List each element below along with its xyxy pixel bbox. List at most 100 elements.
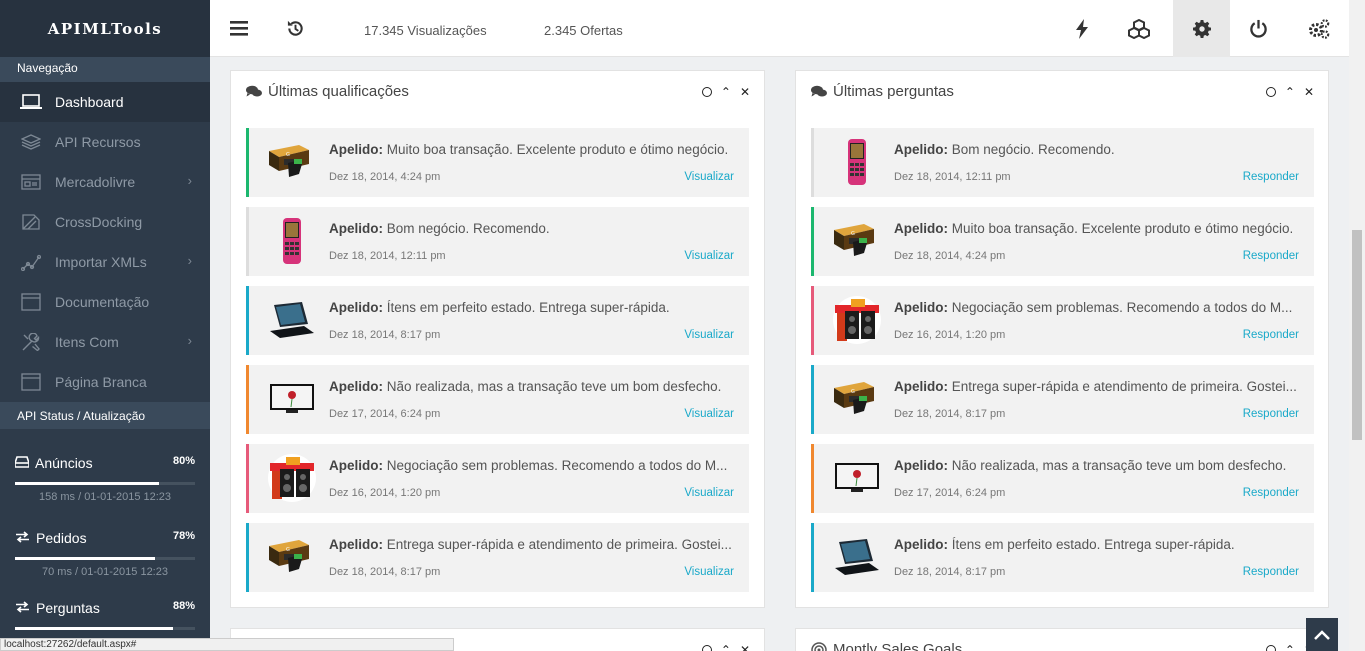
nickname-label: Apelido: bbox=[329, 300, 383, 315]
product-thumbnail: G bbox=[831, 216, 883, 266]
crossdocking-icon bbox=[19, 213, 43, 231]
reply-link[interactable]: Responder bbox=[1243, 566, 1299, 578]
product-thumbnail bbox=[831, 295, 883, 345]
sidebar-item-label: Página Branca bbox=[55, 374, 147, 390]
refresh-icon[interactable] bbox=[701, 645, 712, 651]
cubes-button[interactable] bbox=[1110, 0, 1167, 57]
list-item: Apelido: Negociação sem problemas. Recom… bbox=[246, 444, 749, 513]
comment-text: Apelido: Ítens em perfeito estado. Entre… bbox=[894, 537, 1304, 552]
sidebar-item-mercadolivre[interactable]: Mercadolivre › bbox=[0, 162, 210, 202]
comment-text: Apelido: Entrega super-rápida e atendime… bbox=[894, 379, 1304, 394]
product-thumbnail bbox=[831, 137, 883, 187]
collapse-icon[interactable]: ⌃ bbox=[721, 85, 731, 99]
chevron-right-icon: › bbox=[187, 333, 192, 348]
sidebar-item-dashboard[interactable]: Dashboard bbox=[0, 82, 210, 122]
api-status-meta: 158 ms / 01-01-2015 12:23 bbox=[38, 491, 172, 503]
sidebar-item-itens-com[interactable]: Itens Com › bbox=[0, 322, 210, 362]
comment-text: Apelido: Bom negócio. Recomendo. bbox=[894, 142, 1304, 157]
view-link[interactable]: Visualizar bbox=[684, 171, 734, 183]
comment-date: Dez 18, 2014, 8:17 pm bbox=[329, 566, 441, 578]
panel-controls: ⌃ ✕ bbox=[701, 85, 750, 99]
tools-icon bbox=[19, 333, 43, 351]
api-status-label: Anúncios bbox=[35, 455, 93, 471]
api-status-meta: 70 ms / 01-01-2015 12:23 bbox=[42, 566, 168, 578]
page-scrollbar[interactable] bbox=[1349, 0, 1365, 651]
reply-link[interactable]: Responder bbox=[1243, 487, 1299, 499]
advanced-settings-button[interactable] bbox=[1290, 0, 1347, 57]
comment-text: Apelido: Ítens em perfeito estado. Entre… bbox=[329, 300, 739, 315]
view-link[interactable]: Visualizar bbox=[684, 329, 734, 341]
back-to-top-button[interactable] bbox=[1306, 618, 1338, 651]
close-icon[interactable]: ✕ bbox=[740, 643, 750, 651]
reply-link[interactable]: Responder bbox=[1243, 250, 1299, 262]
brand-logo[interactable]: APIMLTools bbox=[0, 0, 210, 57]
exchange-icon bbox=[15, 530, 30, 546]
comment-text: Apelido: Não realizada, mas a transação … bbox=[894, 458, 1304, 473]
progress-fill bbox=[15, 627, 174, 630]
comment-date: Dez 18, 2014, 8:17 pm bbox=[894, 566, 1006, 578]
product-thumbnail bbox=[831, 532, 883, 582]
comment-date: Dez 18, 2014, 8:17 pm bbox=[894, 408, 1006, 420]
questions-panel-header: Últimas perguntas bbox=[811, 83, 954, 100]
sidebar-item-api-recursos[interactable]: API Recursos bbox=[0, 122, 210, 162]
refresh-icon[interactable] bbox=[701, 87, 712, 97]
nickname-label: Apelido: bbox=[894, 221, 948, 236]
view-link[interactable]: Visualizar bbox=[684, 566, 734, 578]
document-icon bbox=[19, 293, 43, 311]
nickname-label: Apelido: bbox=[894, 142, 948, 157]
sidebar-item-label: Importar XMLs bbox=[55, 254, 147, 270]
history-button[interactable] bbox=[267, 0, 324, 57]
sidebar: APIMLTools Navegação Dashboard API Recurs… bbox=[0, 0, 210, 651]
api-status-label: Perguntas bbox=[36, 600, 100, 616]
reply-link[interactable]: Responder bbox=[1243, 408, 1299, 420]
svg-text:G: G bbox=[286, 547, 290, 553]
comment-body: Ítens em perfeito estado. Entrega super-… bbox=[948, 537, 1235, 552]
refresh-icon[interactable] bbox=[1265, 87, 1276, 97]
product-thumbnail bbox=[266, 453, 318, 503]
reply-link[interactable]: Responder bbox=[1243, 171, 1299, 183]
refresh-icon[interactable] bbox=[1265, 645, 1276, 651]
panel-controls: ⌃ ✕ bbox=[1265, 85, 1314, 99]
comment-date: Dez 16, 2014, 1:20 pm bbox=[894, 329, 1006, 341]
laptop-icon bbox=[19, 93, 43, 111]
reply-link[interactable]: Responder bbox=[1243, 329, 1299, 341]
collapse-icon[interactable]: ⌃ bbox=[721, 643, 731, 651]
list-item: Apelido: Ítens em perfeito estado. Entre… bbox=[811, 523, 1314, 592]
api-status-header: Pedidos 78% bbox=[15, 530, 195, 546]
scrollbar-thumb[interactable] bbox=[1352, 230, 1362, 440]
nickname-label: Apelido: bbox=[894, 458, 948, 473]
list-item: G Apelido: Entrega super-rápida e atendim… bbox=[246, 523, 749, 592]
close-icon[interactable]: ✕ bbox=[740, 85, 750, 99]
chevron-right-icon: › bbox=[187, 173, 192, 188]
api-status-label: Pedidos bbox=[36, 530, 87, 546]
nav-list: Dashboard API Recursos Mercadolivre › CrossD… bbox=[0, 82, 210, 402]
view-link[interactable]: Visualizar bbox=[684, 487, 734, 499]
list-item: G Apelido: Muito boa transação. Excelente… bbox=[811, 207, 1314, 276]
collapse-icon[interactable]: ⌃ bbox=[1285, 643, 1295, 651]
blank-page-icon bbox=[19, 373, 43, 391]
comment-date: Dez 17, 2014, 6:24 pm bbox=[329, 408, 441, 420]
sidebar-item-label: Dashboard bbox=[55, 94, 124, 110]
power-icon bbox=[1250, 19, 1267, 38]
views-count: 17.345 Visualizações bbox=[364, 23, 487, 38]
comments-icon bbox=[246, 85, 262, 97]
view-link[interactable]: Visualizar bbox=[684, 408, 734, 420]
sidebar-item-documenta-o[interactable]: Documentação bbox=[0, 282, 210, 322]
view-link[interactable]: Visualizar bbox=[684, 250, 734, 262]
sidebar-item-crossdocking[interactable]: CrossDocking bbox=[0, 202, 210, 242]
questions-panel: Últimas perguntas ⌃ ✕ Apelido: Bom negóc… bbox=[795, 70, 1329, 608]
api-status-percent: 78% bbox=[172, 530, 195, 542]
api-status-header: Perguntas 88% bbox=[15, 600, 195, 616]
flash-button[interactable] bbox=[1053, 0, 1110, 57]
comments-icon bbox=[811, 85, 827, 97]
collapse-icon[interactable]: ⌃ bbox=[1285, 85, 1295, 99]
comment-body: Ítens em perfeito estado. Entrega super-… bbox=[383, 300, 670, 315]
menu-toggle-button[interactable] bbox=[210, 0, 267, 57]
sidebar-item-importar-xmls[interactable]: Importar XMLs › bbox=[0, 242, 210, 282]
close-icon[interactable]: ✕ bbox=[1304, 85, 1314, 99]
power-button[interactable] bbox=[1230, 0, 1287, 57]
settings-button[interactable] bbox=[1173, 0, 1230, 57]
product-thumbnail bbox=[266, 216, 318, 266]
gears-icon bbox=[1308, 18, 1329, 39]
sidebar-item-p-gina-branca[interactable]: Página Branca bbox=[0, 362, 210, 402]
